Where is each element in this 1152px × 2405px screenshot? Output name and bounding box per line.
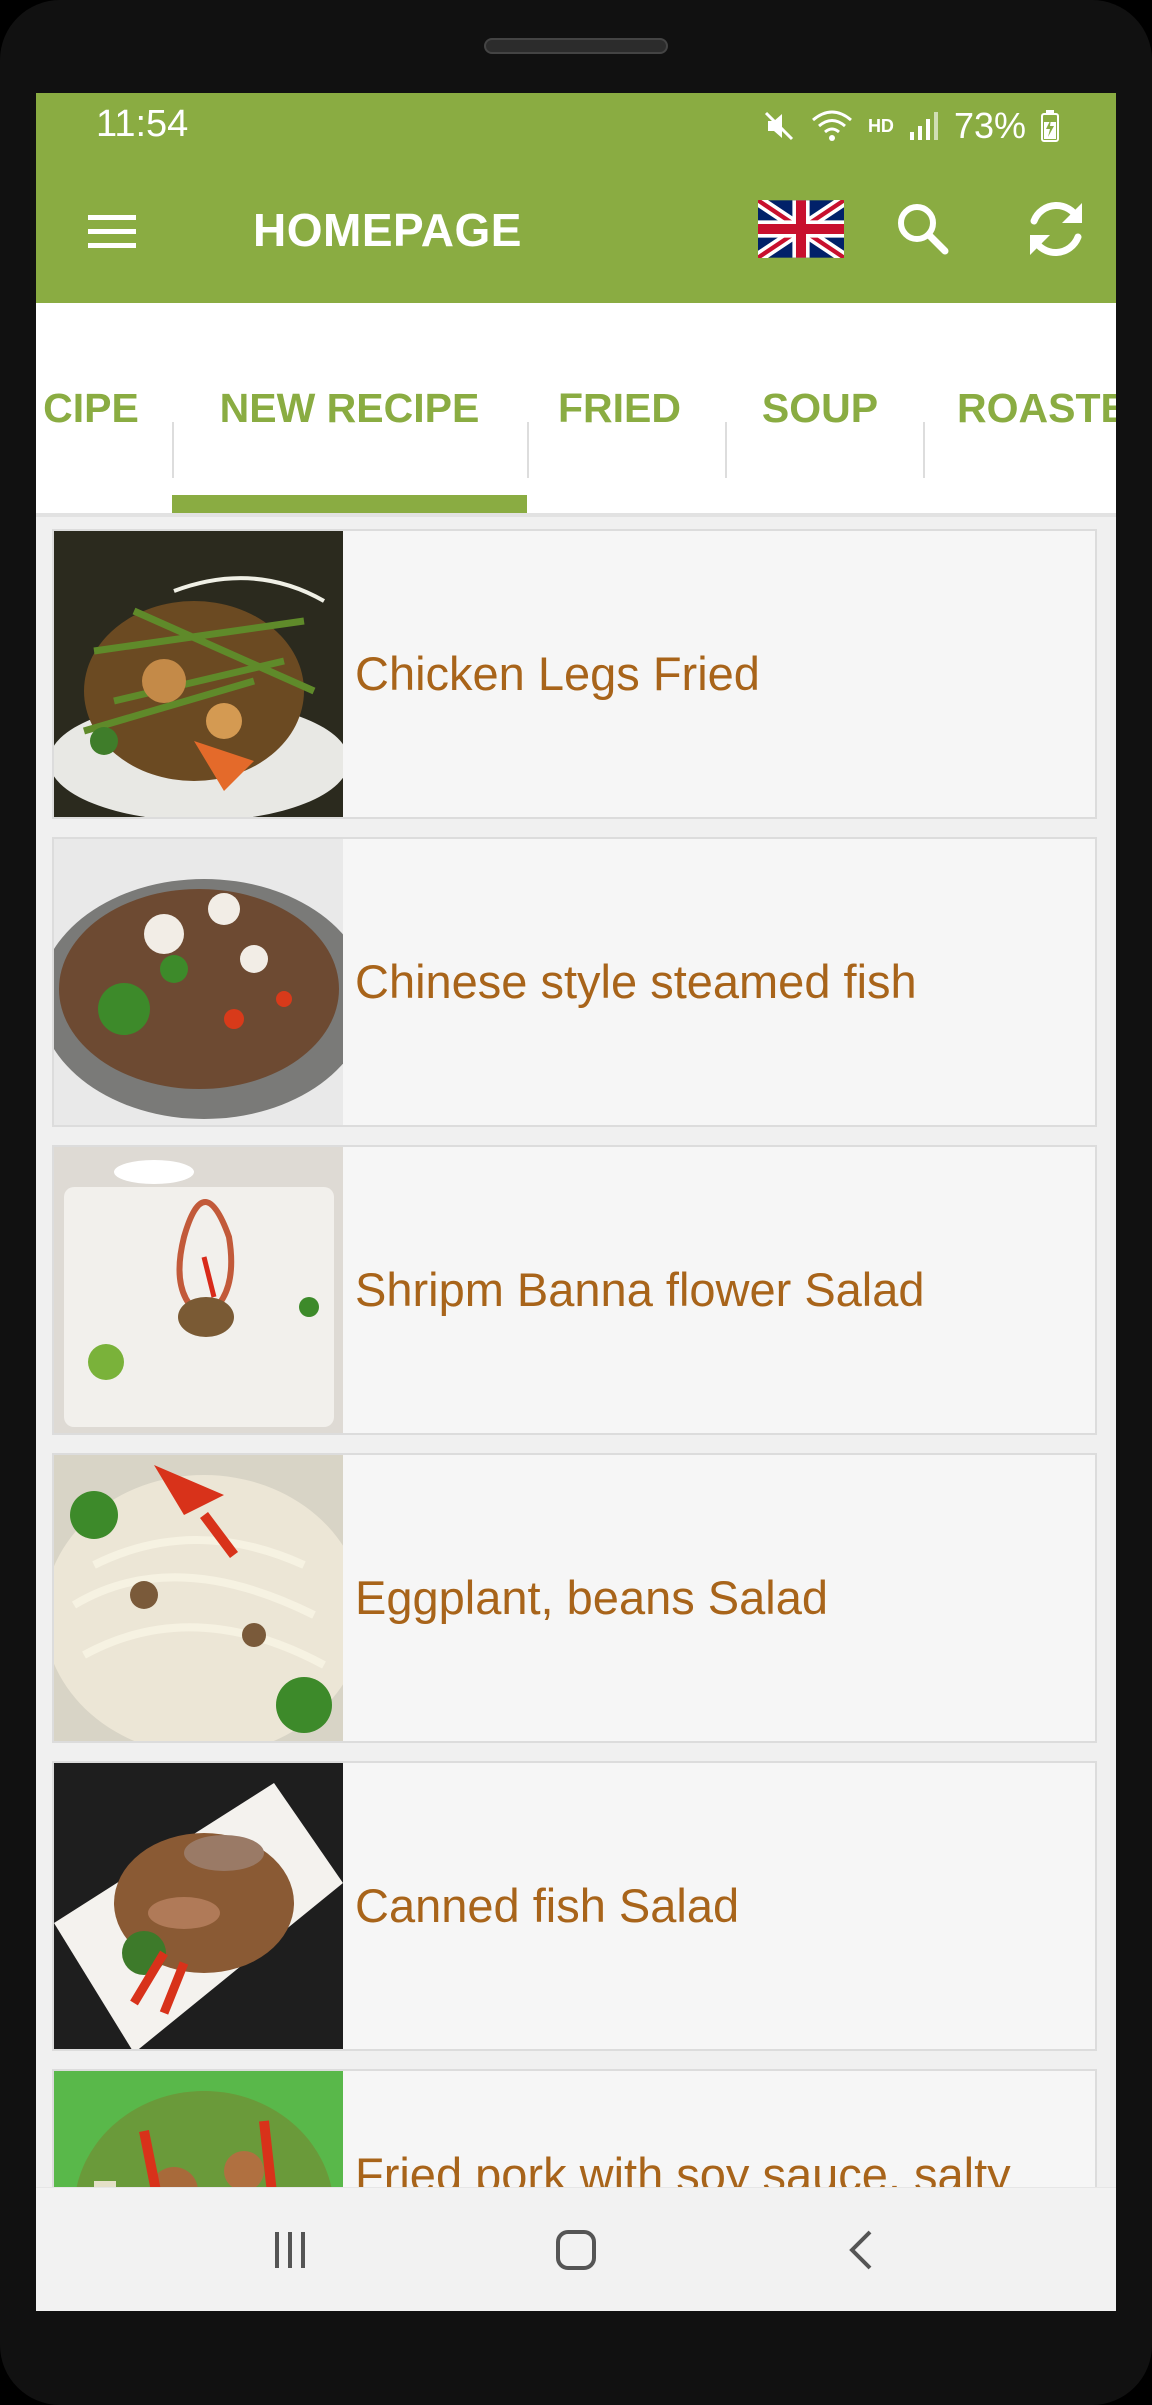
app-bar: 11:54 HD 73% HOMEPAGE <box>36 93 1116 303</box>
back-icon[interactable] <box>832 2220 892 2280</box>
recipe-card[interactable]: Chinese style steamed fish <box>52 837 1097 1127</box>
refresh-icon[interactable] <box>1018 191 1094 267</box>
recipe-thumbnail <box>54 531 343 817</box>
phone-speaker <box>484 38 668 54</box>
home-icon[interactable] <box>546 2220 606 2280</box>
recipe-title: Chicken Legs Fried <box>355 647 760 700</box>
recipe-thumbnail <box>54 1455 343 1741</box>
recipe-thumbnail <box>54 1763 343 2049</box>
navigation-bar <box>36 2187 1116 2311</box>
tab-bar-divider <box>36 513 1116 517</box>
recipe-title: Chinese style steamed fish <box>355 955 917 1008</box>
tab-bar: CIPE NEW RECIPE FRIED SOUP ROASTE <box>36 303 1116 513</box>
recipe-title: Eggplant, beans Salad <box>355 1571 828 1624</box>
recipe-title: Shripm Banna flower Salad <box>355 1263 925 1316</box>
selected-tab-indicator <box>172 495 527 513</box>
recipe-title: Canned fish Salad <box>355 1879 740 1932</box>
tab-new-recipe[interactable]: NEW RECIPE <box>172 303 527 513</box>
tab-fried[interactable]: FRIED <box>527 303 712 513</box>
network-type-label: HD <box>867 115 894 136</box>
recipe-card[interactable]: Eggplant, beans Salad <box>52 1453 1097 1743</box>
recipe-card[interactable]: Canned fish Salad <box>52 1761 1097 2051</box>
recipe-card[interactable]: Shripm Banna flower Salad <box>52 1145 1097 1435</box>
tabs-row: CIPE NEW RECIPE FRIED SOUP ROASTE <box>36 303 1116 513</box>
screen: 11:54 HD 73% HOMEPAGE CIPE NEW RECIPE FR… <box>36 93 1116 2311</box>
mute-icon <box>762 109 796 143</box>
recents-icon[interactable] <box>260 2220 320 2280</box>
toolbar: HOMEPAGE <box>36 159 1116 303</box>
wifi-icon <box>810 108 854 144</box>
recipe-thumbnail <box>54 839 343 1125</box>
battery-icon <box>1040 109 1060 143</box>
recipe-thumbnail <box>54 1147 343 1433</box>
tab-soup[interactable]: SOUP <box>725 303 915 513</box>
status-icons: HD 73% <box>762 103 1060 149</box>
tab-recipe-partial[interactable]: CIPE <box>36 303 156 513</box>
recipe-card[interactable]: Chicken Legs Fried <box>52 529 1097 819</box>
battery-percentage: 73% <box>953 105 1026 146</box>
status-time: 11:54 <box>96 103 189 145</box>
signal-icon <box>908 110 940 142</box>
phone-frame: 11:54 HD 73% HOMEPAGE CIPE NEW RECIPE FR… <box>0 0 1152 2405</box>
search-icon[interactable] <box>891 197 955 261</box>
page-title: HOMEPAGE <box>253 204 522 256</box>
hamburger-menu-icon[interactable] <box>80 199 144 263</box>
uk-flag-icon[interactable] <box>754 195 848 263</box>
status-bar: 11:54 HD 73% <box>36 93 1116 159</box>
tab-roasted-partial[interactable]: ROASTE <box>923 303 1116 513</box>
